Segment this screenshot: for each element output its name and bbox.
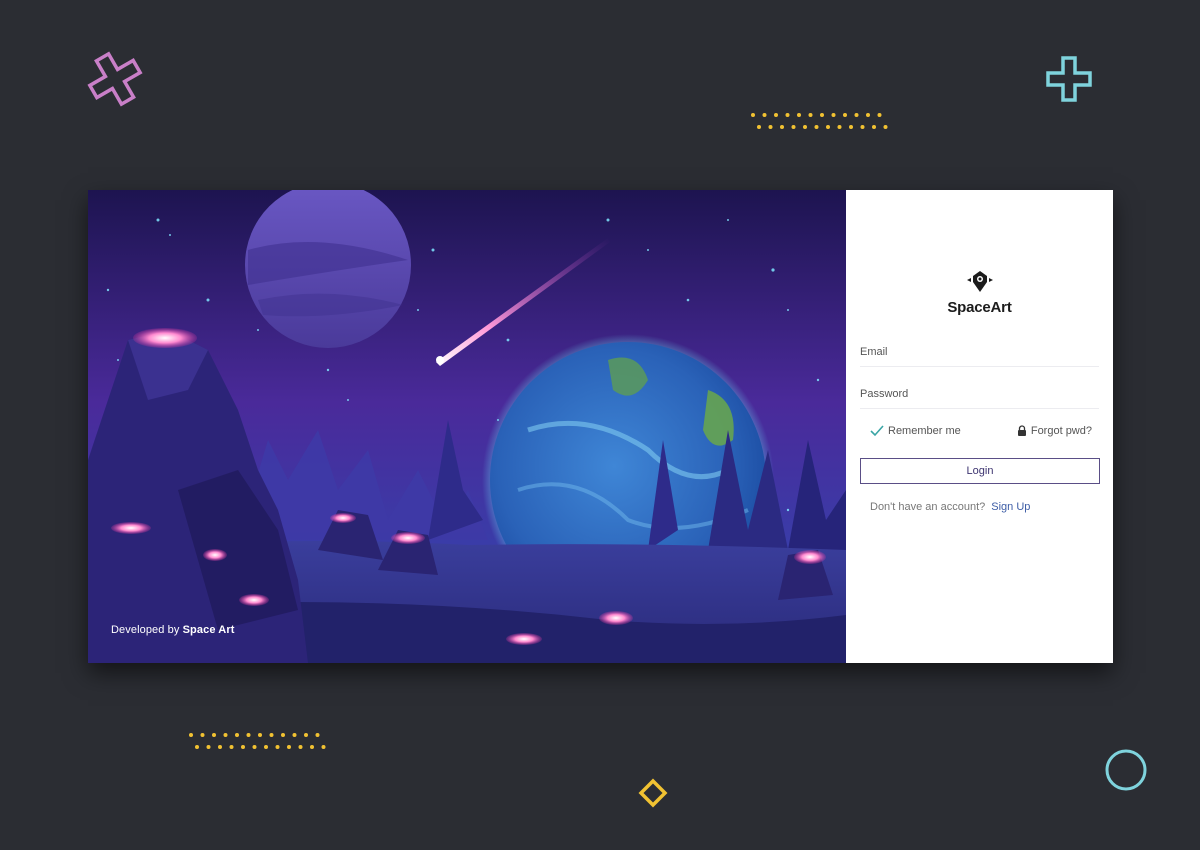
credit-prefix: Developed by <box>111 624 180 636</box>
space-illustration: Developed by Space Art <box>88 190 846 663</box>
signup-link[interactable]: Sign Up <box>991 501 1030 513</box>
yellow-dots-decoration-top <box>751 113 888 129</box>
yellow-dots-decoration-bottom <box>189 733 326 749</box>
login-panel: SpaceArt Remember me Forgot pwd? <box>846 190 1113 663</box>
yellow-diamond-decoration <box>638 778 668 808</box>
brand-logo: SpaceArt <box>846 270 1113 316</box>
login-button[interactable]: Login <box>860 458 1100 484</box>
developer-credit: Developed by Space Art <box>111 624 234 636</box>
login-card: Developed by Space Art SpaceArt Email Re… <box>88 190 1113 663</box>
brand-name: SpaceArt <box>947 299 1012 316</box>
password-field <box>860 382 1099 409</box>
login-options: Remember me Forgot pwd? <box>870 423 1092 439</box>
cyan-ring-decoration <box>1105 749 1147 791</box>
remember-me-toggle[interactable]: Remember me <box>870 425 961 437</box>
spaceart-logo-icon <box>966 271 993 292</box>
remember-me-label: Remember me <box>888 425 961 437</box>
email-input[interactable] <box>860 340 1099 364</box>
credit-name: Space Art <box>182 624 235 636</box>
forgot-password-label: Forgot pwd? <box>1030 425 1092 437</box>
password-input[interactable] <box>860 382 1099 406</box>
email-field <box>860 340 1099 367</box>
cyan-plus-decoration <box>1046 56 1092 102</box>
space-landscape-image <box>88 190 846 663</box>
pink-plus-decoration <box>87 51 143 107</box>
signup-prompt: Don't have an account? <box>870 501 986 513</box>
check-icon <box>870 425 884 437</box>
forgot-password-link[interactable]: Forgot pwd? <box>1017 425 1092 437</box>
signup-row: Don't have an account? Sign Up <box>870 501 1030 513</box>
lock-icon <box>1017 425 1026 436</box>
